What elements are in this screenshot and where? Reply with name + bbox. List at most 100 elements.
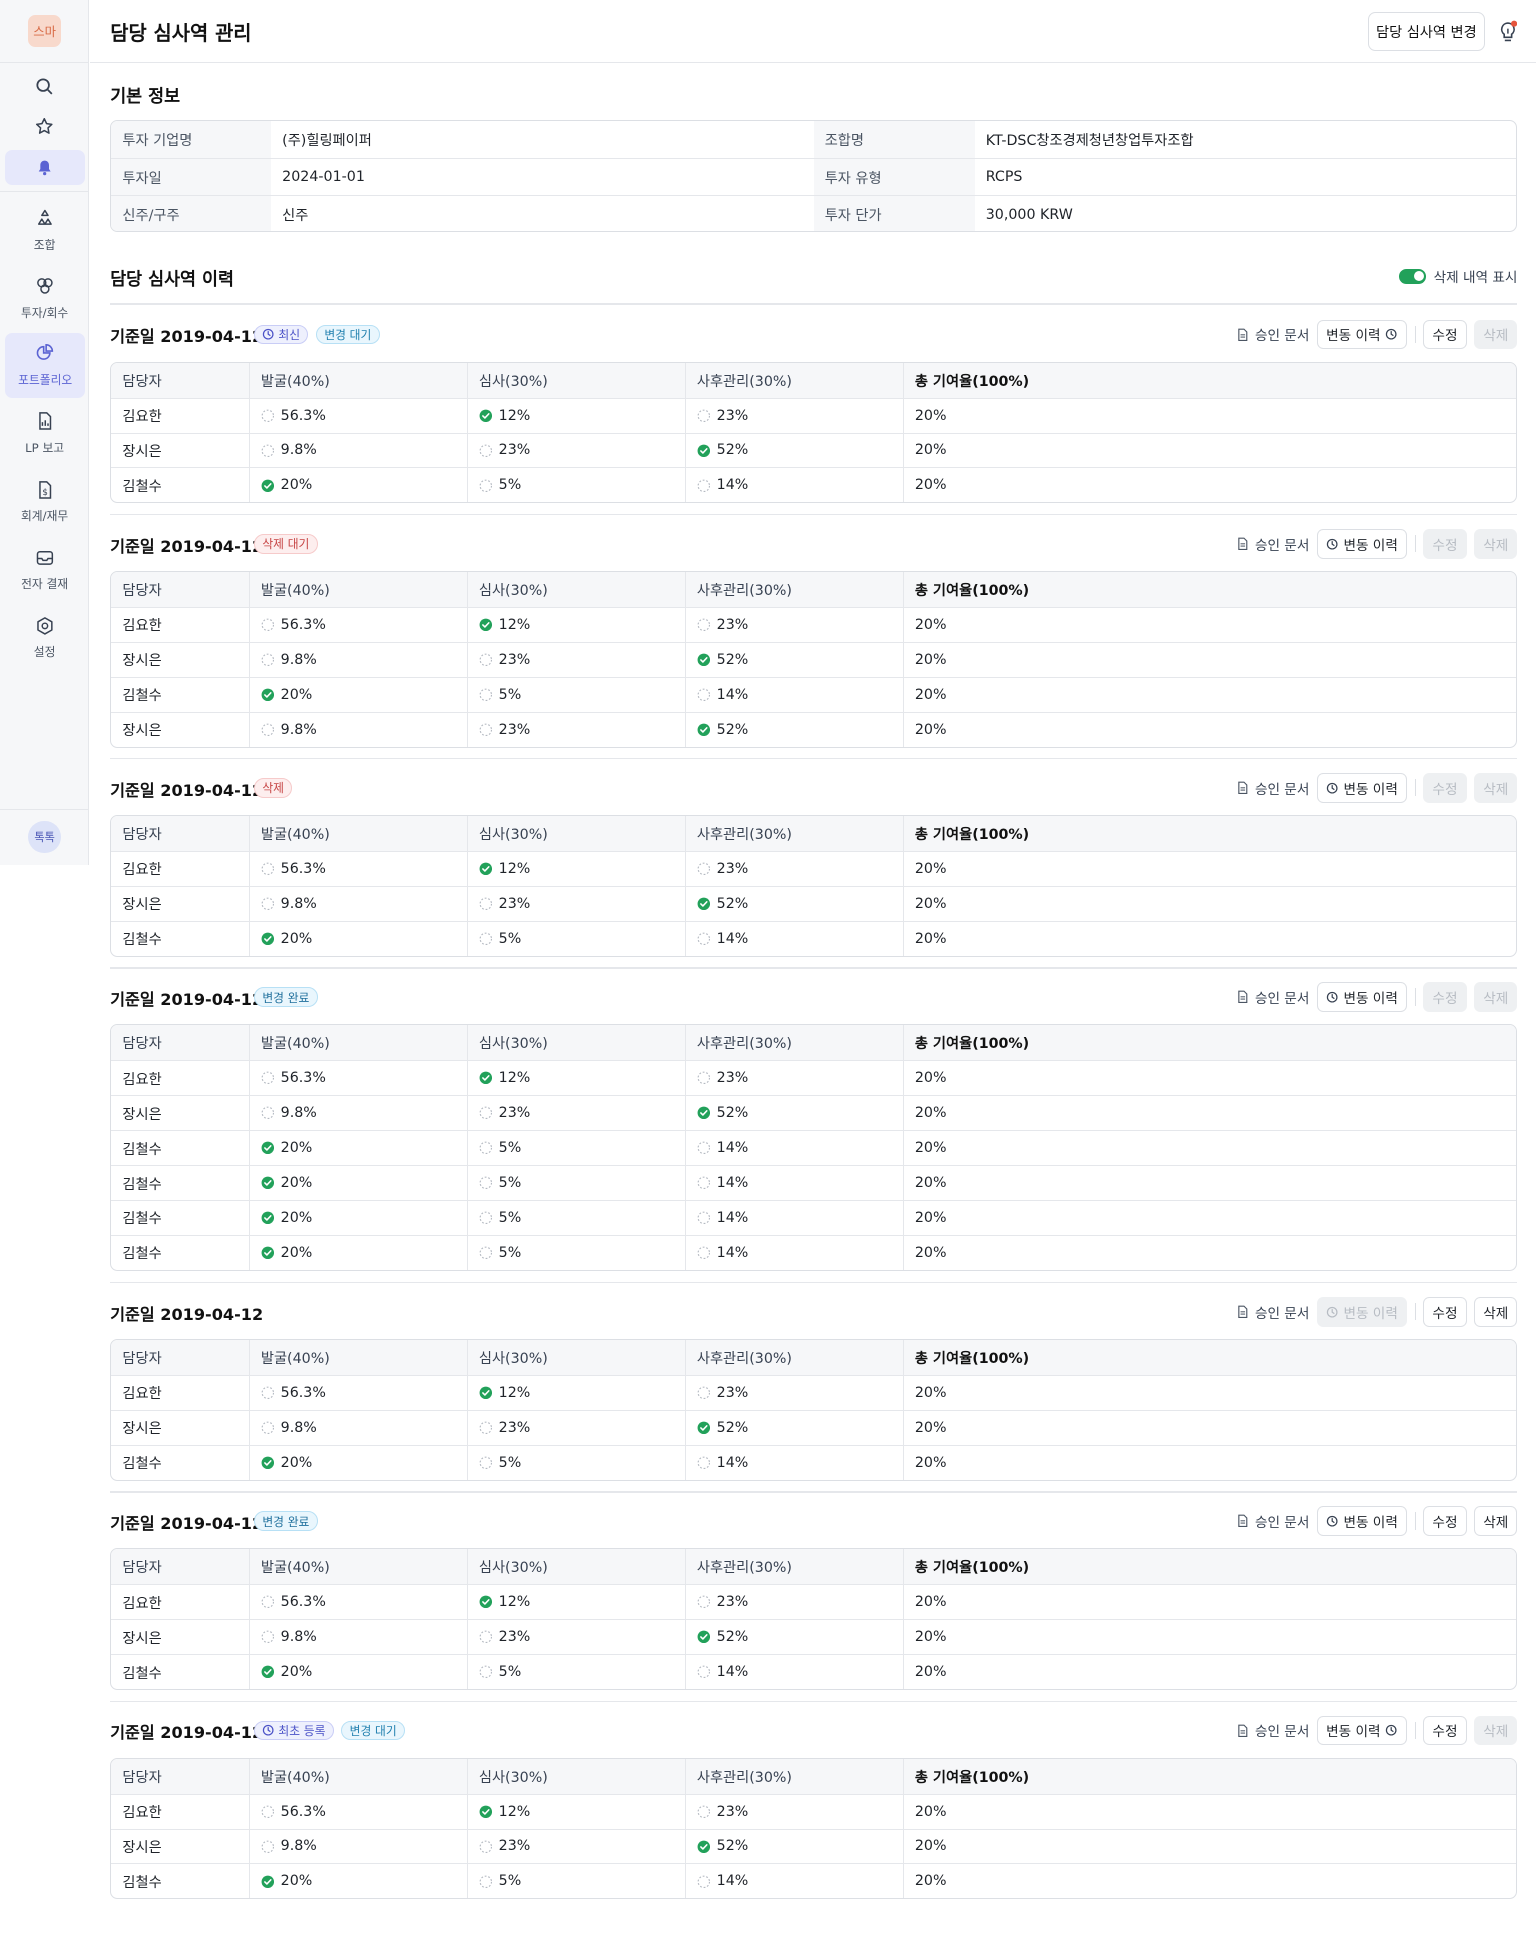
table-cell: 23%	[684, 607, 903, 642]
change-reviewer-button[interactable]: 담당 심사역 변경	[1367, 12, 1486, 51]
edit-button[interactable]: 수정	[1423, 982, 1467, 1012]
table-cell: 20%	[902, 1864, 1517, 1899]
table-row: 장시은 9.8% 23% 52% 20%	[111, 1619, 1517, 1655]
block-date-title: 기준일 2019-04-12	[110, 536, 264, 556]
sidebar-item-approval[interactable]: 전자 결재	[0, 538, 89, 602]
check-circle-icon	[697, 1630, 710, 1644]
column-header: 사후관리(30%)	[684, 1340, 903, 1375]
approval-doc-link[interactable]: 승인 문서	[1236, 1720, 1309, 1740]
check-circle-icon	[261, 1246, 274, 1260]
info-value: 2024-01-01	[282, 169, 365, 186]
lightbulb-icon[interactable]	[1498, 20, 1518, 45]
change-history-button[interactable]: 변동 이력	[1316, 982, 1408, 1012]
edit-button[interactable]: 수정	[1423, 1715, 1467, 1746]
approval-doc-link[interactable]: 승인 문서	[1236, 1302, 1309, 1322]
talk-button[interactable]: 톡톡	[28, 821, 61, 854]
investment-icon	[36, 278, 53, 295]
bell-icon[interactable]	[32, 155, 57, 180]
change-history-button[interactable]: 변동 이력	[1316, 1506, 1408, 1536]
reviewer-name: 장시은	[122, 723, 162, 740]
change-history-button[interactable]: 변동 이력	[1316, 528, 1408, 559]
sidebar-item-settings[interactable]: 설정	[0, 606, 89, 670]
sidebar-item-fund[interactable]: 조합	[0, 198, 89, 262]
status-badges: 변경 완료	[253, 987, 318, 1008]
table-cell: 20%	[248, 1235, 467, 1270]
check-circle-icon	[479, 1805, 492, 1818]
table-row: 김요한 56.3% 12% 23% 20%	[111, 850, 1517, 886]
percent-value: 20%	[280, 1140, 313, 1157]
sidebar-item-investment[interactable]: 투자/회수	[0, 266, 89, 330]
table-cell: 9.8%	[248, 1829, 467, 1864]
contribution-table: 담당자 발굴(40%) 심사(30%) 사후관리(30%) 총 기여율(100%) 김요한…	[110, 571, 1518, 748]
percent-value: 14%	[716, 1244, 749, 1261]
delete-button[interactable]: 삭제	[1474, 1296, 1518, 1327]
percent-value: 12%	[498, 1803, 531, 1820]
table-cell: 20%	[902, 1445, 1517, 1480]
column-header: 사후관리(30%)	[684, 1549, 903, 1585]
check-circle-icon	[697, 1421, 710, 1435]
search-icon[interactable]	[32, 74, 57, 99]
delete-button[interactable]: 삭제	[1474, 982, 1518, 1012]
table-cell: 20%	[902, 1375, 1517, 1410]
star-icon[interactable]	[32, 114, 57, 139]
column-header: 총 기여율(100%)	[902, 1340, 1517, 1375]
percent-value: 23%	[498, 1105, 531, 1122]
reviewer-name: 김철수	[122, 1211, 162, 1228]
table-cell: 52%	[684, 1410, 903, 1445]
approval-doc-link[interactable]: 승인 문서	[1236, 534, 1309, 554]
pending-circle-icon	[697, 862, 710, 876]
sidebar: 스마 조합 투자/회수 포트폴리오 LP 보고 $ 회계/재무 전자 결재 설정…	[0, 0, 90, 865]
percent-value: 9.8%	[280, 895, 317, 912]
edit-button[interactable]: 수정	[1423, 528, 1467, 559]
sidebar-item-lp-report[interactable]: LP 보고	[0, 401, 89, 465]
action-divider	[1414, 325, 1416, 344]
percent-value: 23%	[716, 1070, 749, 1087]
percent-value: 23%	[716, 616, 749, 633]
contribution-table: 담당자 발굴(40%) 심사(30%) 사후관리(30%) 총 기여율(100%) 김요한…	[110, 1757, 1518, 1900]
pending-circle-icon	[697, 1141, 710, 1155]
change-history-button[interactable]: 변동 이력	[1316, 772, 1408, 803]
reviewer-name: 김요한	[122, 409, 162, 426]
delete-button[interactable]: 삭제	[1474, 772, 1518, 803]
table-cell: 20%	[902, 1794, 1517, 1829]
pending-circle-icon	[479, 1665, 492, 1679]
delete-button[interactable]: 삭제	[1474, 319, 1518, 350]
delete-button[interactable]: 삭제	[1474, 1715, 1518, 1746]
table-cell: 20%	[902, 921, 1517, 956]
table-cell: 52%	[684, 433, 903, 468]
sidebar-item-accounting[interactable]: $ 회계/재무	[0, 469, 89, 533]
history-block-header: 기준일 2019-04-12 최신 변경 대기 승인 문서 변동 이력 수정 삭제	[110, 319, 1518, 350]
edit-button[interactable]: 수정	[1423, 1296, 1467, 1327]
table-row: 김요한 56.3% 12% 23% 20%	[111, 1793, 1517, 1829]
change-history-button[interactable]: 변동 이력	[1316, 1715, 1408, 1746]
pending-circle-icon	[261, 862, 274, 876]
table-cell: 14%	[684, 1445, 903, 1480]
delete-button[interactable]: 삭제	[1474, 528, 1518, 559]
approval-doc-link[interactable]: 승인 문서	[1236, 987, 1309, 1007]
sidebar-item-portfolio[interactable]: 포트폴리오	[4, 333, 86, 398]
change-history-button[interactable]: 변동 이력	[1316, 319, 1408, 350]
percent-value: 56.3%	[280, 1384, 326, 1401]
column-header: 총 기여율(100%)	[902, 362, 1517, 398]
percent-value: 12%	[498, 1384, 531, 1401]
show-deleted-toggle[interactable]	[1398, 268, 1427, 284]
edit-button[interactable]: 수정	[1423, 772, 1467, 803]
percent-value: 5%	[498, 1209, 522, 1226]
reviewer-name: 김철수	[122, 1874, 162, 1891]
change-history-button[interactable]: 변동 이력	[1316, 1296, 1408, 1327]
percent-value: 20%	[280, 1209, 313, 1226]
column-header: 담당자	[122, 1769, 162, 1786]
table-cell: 20%	[902, 1829, 1517, 1864]
edit-button[interactable]: 수정	[1423, 1506, 1467, 1536]
workspace-logo[interactable]: 스마	[28, 14, 61, 48]
percent-value: 23%	[716, 860, 749, 877]
approval-doc-link[interactable]: 승인 문서	[1236, 778, 1309, 798]
edit-button[interactable]: 수정	[1423, 319, 1467, 350]
delete-button[interactable]: 삭제	[1474, 1506, 1518, 1536]
action-divider	[1414, 988, 1416, 1006]
approval-doc-link[interactable]: 승인 문서	[1236, 324, 1309, 344]
section-divider	[110, 1282, 1518, 1284]
history-block-header: 기준일 2019-04-12 삭제 대기 승인 문서 변동 이력 수정 삭제	[110, 528, 1518, 559]
approval-doc-link[interactable]: 승인 문서	[1236, 1511, 1309, 1531]
pending-circle-icon	[697, 1246, 710, 1260]
